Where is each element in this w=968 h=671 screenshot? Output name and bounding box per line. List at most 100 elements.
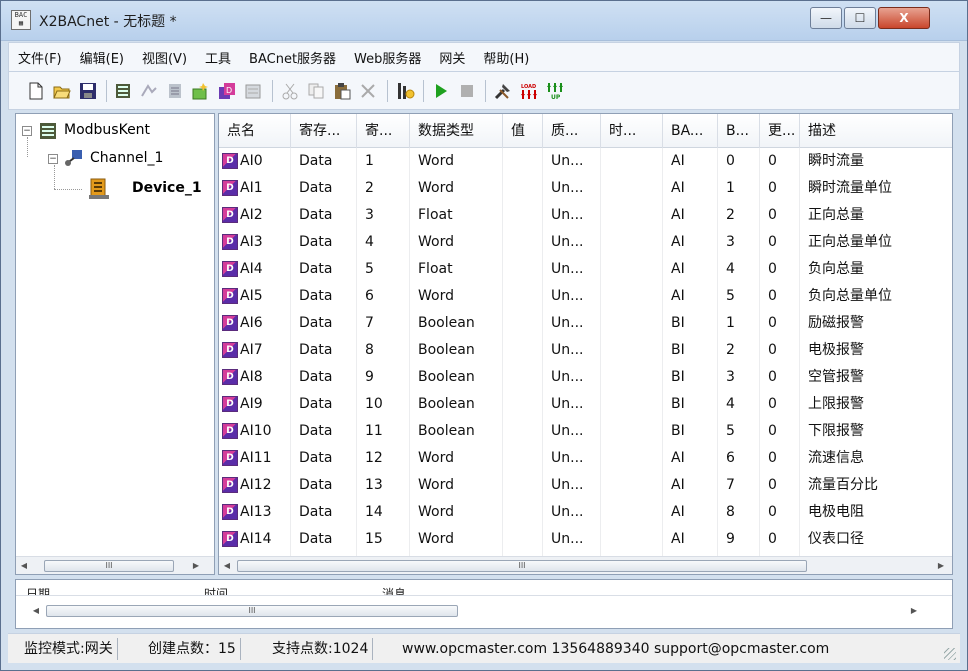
cell-bacnet-instance: 6 xyxy=(726,450,735,466)
column-header-point-name[interactable]: 点名 xyxy=(219,114,291,148)
table-row[interactable]: D AI14 Data 15 Word Un... AI 9 0 仪表口径 xyxy=(219,526,952,553)
menu-view[interactable]: 视图(V) xyxy=(133,48,196,67)
data-point-icon: D xyxy=(222,315,238,331)
column-header-bacnet-instance[interactable]: B... xyxy=(718,114,760,148)
cell-bacnet-type: BI xyxy=(671,396,685,412)
delete-icon[interactable] xyxy=(359,82,377,100)
menu-edit[interactable]: 编辑(E) xyxy=(71,48,133,67)
table-row[interactable]: D AI11 Data 12 Word Un... AI 6 0 流速信息 xyxy=(219,445,952,472)
table-row[interactable]: D AI10 Data 11 Boolean Un... BI 5 0 下限报警 xyxy=(219,418,952,445)
cell-time xyxy=(601,148,663,175)
add-device-icon[interactable] xyxy=(140,82,158,100)
cell-register-type: Data xyxy=(299,207,333,223)
table-row[interactable]: D AI8 Data 9 Boolean Un... BI 3 0 空管报警 xyxy=(219,364,952,391)
table-row[interactable]: D AI9 Data 10 Boolean Un... BI 4 0 上限报警 xyxy=(219,391,952,418)
cell-description: 负向总量 xyxy=(808,261,864,277)
minimize-button[interactable]: — xyxy=(810,7,842,29)
close-button[interactable]: X xyxy=(878,7,930,29)
menu-help[interactable]: 帮助(H) xyxy=(474,48,538,67)
save-icon[interactable] xyxy=(79,82,97,100)
table-row[interactable]: D AI2 Data 3 Float Un... AI 2 0 正向总量 xyxy=(219,202,952,229)
stop-icon[interactable] xyxy=(458,82,476,100)
properties-icon[interactable] xyxy=(244,82,262,100)
tree-node-root[interactable]: ModbusKent xyxy=(64,122,150,138)
log-horizontal-scrollbar[interactable]: ◀ III ▶ xyxy=(16,602,952,620)
table-row[interactable]: D AI1 Data 2 Word Un... AI 1 0 瞬时流量单位 xyxy=(219,175,952,202)
list-scroll-thumb[interactable]: III xyxy=(237,560,807,572)
cell-description: 流速信息 xyxy=(808,450,864,466)
add-point-icon[interactable] xyxy=(192,82,210,100)
menu-tools[interactable]: 工具 xyxy=(196,48,240,67)
point-name-text: AI14 xyxy=(240,531,272,547)
scroll-right-icon[interactable]: ▶ xyxy=(908,605,920,617)
list-horizontal-scrollbar[interactable]: ◀ III ▶ xyxy=(219,556,952,574)
log-scroll-thumb[interactable]: III xyxy=(46,605,458,617)
column-header-register[interactable]: 寄... xyxy=(357,114,410,148)
table-row[interactable]: D AI13 Data 14 Word Un... AI 8 0 电极电阻 xyxy=(219,499,952,526)
add-channel-icon[interactable] xyxy=(114,82,132,100)
table-row[interactable]: D AI6 Data 7 Boolean Un... BI 1 0 励磁报警 xyxy=(219,310,952,337)
tree-collapse-toggle[interactable]: − xyxy=(22,126,32,136)
monitor-icon[interactable] xyxy=(397,82,415,100)
menu-gateway[interactable]: 网关 xyxy=(430,48,474,67)
cell-value xyxy=(503,148,543,175)
menu-bacnet-server[interactable]: BACnet服务器 xyxy=(240,48,345,67)
table-row[interactable]: D AI0 Data 1 Word Un... AI 0 0 瞬时流量 xyxy=(219,148,952,175)
column-header-data-type[interactable]: 数据类型 xyxy=(410,114,503,148)
tree-node-device[interactable]: Device_1 xyxy=(132,180,202,196)
point-name-text: AI6 xyxy=(240,315,263,331)
menu-file[interactable]: 文件(F) xyxy=(9,48,71,67)
menu-web-server[interactable]: Web服务器 xyxy=(345,48,430,67)
tree-scroll-thumb[interactable]: III xyxy=(44,560,174,572)
add-group-icon[interactable] xyxy=(166,82,184,100)
table-row[interactable]: D AI3 Data 4 Word Un... AI 3 0 正向总量单位 xyxy=(219,229,952,256)
cell-time xyxy=(601,418,663,445)
tree-collapse-toggle[interactable]: − xyxy=(48,154,58,164)
cut-icon[interactable] xyxy=(281,82,299,100)
table-row[interactable]: D AI5 Data 6 Word Un... AI 5 0 负向总量单位 xyxy=(219,283,952,310)
cell-point-name: D AI4 xyxy=(219,256,291,283)
batch-add-icon[interactable]: D xyxy=(218,82,236,100)
upload-icon[interactable]: UP xyxy=(546,82,564,100)
table-row[interactable]: D AI4 Data 5 Float Un... AI 4 0 负向总量 xyxy=(219,256,952,283)
maximize-button[interactable]: ☐ xyxy=(844,7,876,29)
resize-grip-icon[interactable] xyxy=(944,648,956,660)
scroll-right-icon[interactable]: ▶ xyxy=(190,560,202,572)
toolbar-separator xyxy=(106,80,107,102)
log-header-time[interactable]: 时间 xyxy=(204,585,228,595)
copy-icon[interactable] xyxy=(307,82,325,100)
tools-icon[interactable] xyxy=(494,82,512,100)
point-name-text: AI4 xyxy=(240,261,263,277)
cell-quality: Un... xyxy=(551,153,584,169)
tree-horizontal-scrollbar[interactable]: ◀ III ▶ xyxy=(16,556,214,574)
cell-data-type: Word xyxy=(418,450,454,466)
open-icon[interactable] xyxy=(53,82,71,100)
collapse-icon: − xyxy=(23,126,31,136)
cell-register: 15 xyxy=(365,531,383,547)
scroll-left-icon[interactable]: ◀ xyxy=(30,605,42,617)
column-header-quality[interactable]: 质... xyxy=(543,114,601,148)
load-icon[interactable]: LOAD xyxy=(520,82,538,100)
scroll-left-icon[interactable]: ◀ xyxy=(18,560,30,572)
scroll-right-icon[interactable]: ▶ xyxy=(935,560,947,572)
log-header-date[interactable]: 日期 xyxy=(26,585,50,595)
scroll-left-icon[interactable]: ◀ xyxy=(221,560,233,572)
title-bar[interactable]: BAC ▦ X2BACnet - 无标题 * — ☐ X xyxy=(1,1,967,41)
column-header-value[interactable]: 值 xyxy=(503,114,543,148)
column-header-update[interactable]: 更... xyxy=(760,114,800,148)
log-header-message[interactable]: 消息 xyxy=(382,585,406,595)
column-header-register-type[interactable]: 寄存... xyxy=(291,114,357,148)
cell-point-name: D AI1 xyxy=(219,175,291,202)
column-header-bacnet-type[interactable]: BA... xyxy=(663,114,718,148)
tree-node-channel[interactable]: Channel_1 xyxy=(90,150,163,166)
status-created-points: 创建点数：15 xyxy=(144,638,241,660)
data-point-icon: D xyxy=(222,450,238,466)
table-row[interactable]: D AI7 Data 8 Boolean Un... BI 2 0 电极报警 xyxy=(219,337,952,364)
new-icon[interactable] xyxy=(27,82,45,100)
paste-icon[interactable] xyxy=(333,82,351,100)
start-icon[interactable] xyxy=(432,82,450,100)
column-header-time[interactable]: 时... xyxy=(601,114,663,148)
table-row[interactable]: D AI12 Data 13 Word Un... AI 7 0 流量百分比 xyxy=(219,472,952,499)
cell-data-type: Word xyxy=(418,234,454,250)
column-header-description[interactable]: 描述 xyxy=(800,114,952,148)
